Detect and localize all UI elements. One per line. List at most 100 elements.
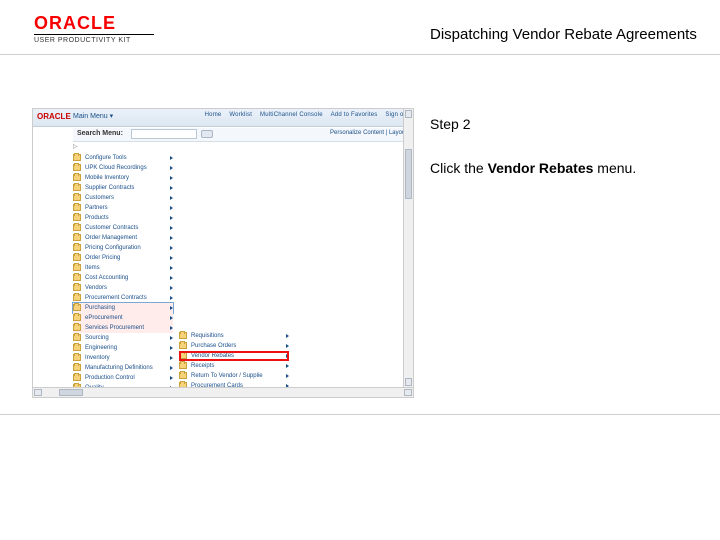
nav-item-label: Partners [85, 203, 167, 213]
nav-item[interactable]: Vendors [73, 283, 173, 293]
nav-menu: Configure ToolsUPK Cloud RecordingsMobil… [73, 153, 173, 398]
chevron-right-icon [170, 246, 173, 250]
submenu-item[interactable]: Return To Vendor / Supplie [179, 371, 289, 381]
nav-item[interactable]: Services Procurement [73, 323, 173, 333]
folder-icon [73, 194, 81, 201]
nav-item[interactable]: Order Management [73, 233, 173, 243]
nav-item-label: UPK Cloud Recordings [85, 163, 167, 173]
instruction-suffix: menu. [593, 160, 636, 176]
divider-top [0, 54, 720, 55]
submenu-item-label: Receipts [191, 361, 283, 371]
chevron-right-icon [170, 336, 173, 340]
submenu-item-vendor-rebates[interactable]: Vendor Rebates [179, 351, 289, 361]
chevron-right-icon [170, 236, 173, 240]
nav-item[interactable]: Procurement Contracts [73, 293, 173, 303]
nav-item-label: Services Procurement [85, 323, 167, 333]
chevron-right-icon [286, 364, 289, 368]
nav-item[interactable]: Customers [73, 193, 173, 203]
nav-item[interactable]: Manufacturing Definitions [73, 363, 173, 373]
nav-item[interactable]: UPK Cloud Recordings [73, 163, 173, 173]
nav-item[interactable]: eProcurement [73, 313, 173, 323]
scroll-down-icon[interactable] [405, 378, 412, 386]
nav-item[interactable]: Products [73, 213, 173, 223]
nav-item[interactable]: Configure Tools [73, 153, 173, 163]
chevron-right-icon [170, 356, 173, 360]
instruction-prefix: Click the [430, 160, 488, 176]
submenu-item-label: Requisitions [191, 331, 283, 341]
submenu-item-label: Return To Vendor / Supplie [191, 371, 283, 381]
chevron-right-icon [286, 354, 289, 358]
nav-item-label: Pricing Configuration [85, 243, 167, 253]
link-favorites[interactable]: Add to Favorites [331, 112, 378, 118]
nav-item-label: Customer Contracts [85, 223, 167, 233]
folder-icon [179, 362, 187, 369]
folder-icon [73, 244, 81, 251]
scroll-up-icon[interactable] [405, 110, 412, 118]
nav-item-label: Order Management [85, 233, 167, 243]
nav-item[interactable]: Purchasing [73, 303, 173, 313]
folder-icon [179, 342, 187, 349]
scroll-thumb-horizontal[interactable] [59, 389, 83, 396]
page-title: Dispatching Vendor Rebate Agreements [430, 26, 697, 43]
nav-item-label: Inventory [85, 353, 167, 363]
search-go-button[interactable] [201, 130, 213, 138]
scroll-right-icon[interactable] [404, 389, 412, 396]
folder-icon [73, 294, 81, 301]
submenu-item[interactable]: Receipts [179, 361, 289, 371]
nav-item[interactable]: Engineering [73, 343, 173, 353]
nav-item-label: Products [85, 213, 167, 223]
submenu-item[interactable]: Purchase Orders [179, 341, 289, 351]
folder-icon [73, 284, 81, 291]
folder-icon [73, 154, 81, 161]
nav-item-label: Procurement Contracts [85, 293, 167, 303]
vertical-scrollbar[interactable] [403, 109, 413, 387]
nav-item[interactable]: Supplier Contracts [73, 183, 173, 193]
nav-item[interactable]: Mobile Inventory [73, 173, 173, 183]
oracle-upk-logo: ORACLE USER PRODUCTIVITY KIT [34, 14, 154, 48]
main-menu-dropdown[interactable]: Main Menu ▾ [73, 112, 113, 120]
nav-item[interactable]: Order Pricing [73, 253, 173, 263]
app-logo: ORACLE [37, 112, 71, 121]
chevron-right-icon [170, 276, 173, 280]
folder-icon [73, 214, 81, 221]
chevron-right-icon [286, 344, 289, 348]
scroll-left-icon[interactable] [34, 389, 42, 396]
chevron-right-icon [170, 266, 173, 270]
folder-icon [73, 274, 81, 281]
nav-item[interactable]: Sourcing [73, 333, 173, 343]
folder-icon [73, 164, 81, 171]
nav-item-label: Purchasing [85, 303, 167, 313]
search-input[interactable] [131, 129, 197, 139]
folder-icon [73, 234, 81, 241]
folder-icon [73, 374, 81, 381]
nav-item[interactable]: Inventory [73, 353, 173, 363]
link-mcc[interactable]: MultiChannel Console [260, 112, 323, 118]
folder-icon [73, 304, 81, 311]
link-home[interactable]: Home [205, 112, 222, 118]
nav-item-label: Customers [85, 193, 167, 203]
nav-item[interactable]: Production Control [73, 373, 173, 383]
chevron-right-icon [170, 286, 173, 290]
nav-item[interactable]: Cost Accounting [73, 273, 173, 283]
nav-item-label: Supplier Contracts [85, 183, 167, 193]
embedded-screenshot: ORACLE Main Menu ▾ Home Worklist MultiCh… [32, 108, 414, 398]
folder-icon [73, 314, 81, 321]
nav-item[interactable]: Items [73, 263, 173, 273]
scroll-thumb-vertical[interactable] [405, 149, 412, 199]
link-worklist[interactable]: Worklist [229, 112, 252, 118]
nav-item-label: Configure Tools [85, 153, 167, 163]
nav-item[interactable]: Pricing Configuration [73, 243, 173, 253]
breadcrumb-collapse-icon[interactable]: ▷ [73, 143, 78, 150]
chevron-right-icon [170, 296, 173, 300]
chevron-right-icon [170, 226, 173, 230]
chevron-right-icon [170, 206, 173, 210]
personalize-link[interactable]: Personalize Content | Layout [330, 130, 407, 136]
horizontal-scrollbar[interactable] [33, 387, 413, 397]
submenu-item[interactable]: Requisitions [179, 331, 289, 341]
folder-icon [73, 364, 81, 371]
nav-item[interactable]: Partners [73, 203, 173, 213]
chevron-right-icon [286, 334, 289, 338]
nav-item[interactable]: Customer Contracts [73, 223, 173, 233]
nav-item-label: Production Control [85, 373, 167, 383]
chevron-right-icon [170, 366, 173, 370]
